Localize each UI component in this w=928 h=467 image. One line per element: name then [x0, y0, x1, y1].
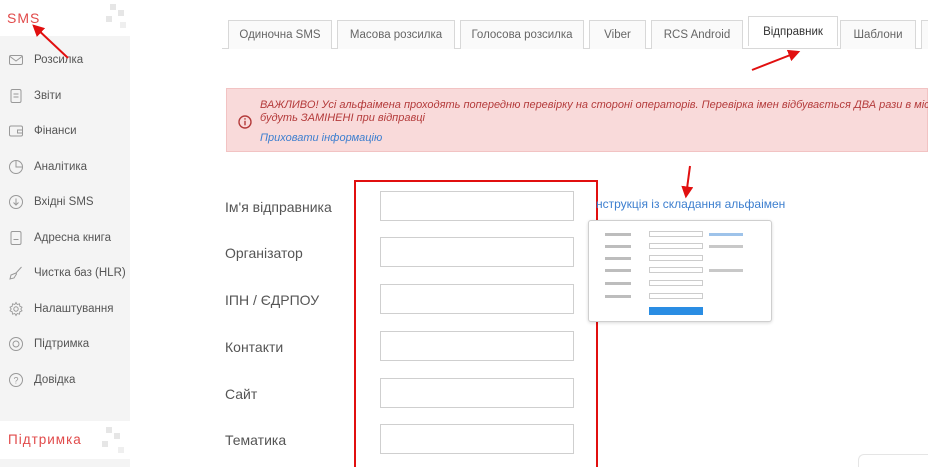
sidebar-item-label: Вхідні SMS	[34, 196, 94, 208]
sidebar-item-settings[interactable]: Налаштування	[8, 299, 113, 319]
tab-rcs-android[interactable]: RCS Android	[651, 20, 743, 49]
sidebar-item-reports[interactable]: Звіти	[8, 86, 61, 106]
brand-logo[interactable]: SMS	[0, 0, 130, 36]
logo-pixel	[114, 433, 120, 439]
help-icon: ?	[9, 373, 23, 387]
tax-id-label: ІПН / ЄДРПОУ	[225, 292, 320, 308]
tab-label: RCS Android	[663, 29, 731, 41]
important-alert: ВАЖЛИВО! Усі альфаімена проходять попере…	[226, 88, 928, 152]
preview-row	[605, 280, 755, 288]
tab-single-sms[interactable]: Одиночна SMS	[228, 20, 332, 49]
website-label: Сайт	[225, 386, 258, 402]
tab-label: Відправник	[763, 25, 823, 38]
info-icon	[238, 115, 252, 129]
gear-icon	[9, 301, 23, 317]
sidebar-item-analytics[interactable]: Аналітика	[8, 157, 87, 177]
support-banner[interactable]: Підтримка	[0, 421, 130, 459]
preview-row	[605, 267, 755, 275]
topic-label: Тематика	[225, 432, 287, 448]
logo-pixel	[102, 441, 108, 447]
arrow-to-sender-tab	[751, 49, 801, 71]
envelope-icon	[9, 55, 23, 65]
instruction-preview-image[interactable]	[588, 220, 772, 322]
sidebar-item-label: Підтримка	[34, 338, 90, 350]
wallet-icon	[9, 125, 23, 137]
sidebar: SMS Розсилка Звіти Фінанси Аналітика Вхі…	[0, 0, 130, 467]
pie-chart-icon	[9, 160, 23, 174]
sidebar-item-label: Чистка баз (HLR)	[34, 267, 126, 279]
logo-pixel	[120, 22, 126, 28]
highlight-frame	[354, 180, 598, 467]
tab-voice-mailing[interactable]: Голосова розсилка	[460, 20, 584, 49]
scroll-corner	[858, 454, 928, 467]
tab-label: Viber	[604, 29, 631, 41]
sidebar-item-help[interactable]: ? Довідка	[8, 370, 75, 390]
preview-row	[605, 243, 755, 251]
incoming-icon	[9, 195, 23, 209]
support-icon	[9, 337, 23, 351]
sidebar-item-label: Фінанси	[34, 125, 77, 137]
preview-row	[605, 231, 755, 239]
sidebar-item-mailing[interactable]: Розсилка	[8, 50, 83, 70]
sidebar-item-label: Адресна книга	[34, 232, 112, 244]
sidebar-item-label: Довідка	[34, 374, 76, 386]
tab-viber[interactable]: Viber	[589, 20, 646, 49]
svg-text:?: ?	[13, 376, 18, 386]
alert-line-2: будуть ЗАМІНЕНІ при відправці	[260, 112, 425, 124]
sender-name-label: Ім'я відправника	[225, 199, 332, 215]
logo-pixel	[110, 4, 116, 10]
logo-pixel	[106, 16, 112, 22]
report-icon	[10, 89, 22, 103]
address-book-icon	[10, 231, 22, 245]
contacts-label: Контакти	[225, 339, 284, 355]
alert-line-1: ВАЖЛИВО! Усі альфаімена проходять попере…	[260, 99, 928, 111]
sidebar-item-label: Розсилка	[34, 54, 84, 66]
preview-submit-button	[649, 307, 703, 315]
tab-label: Голосова розсилка	[471, 29, 573, 41]
broom-icon	[9, 266, 22, 280]
sidebar-item-incoming-sms[interactable]: Вхідні SMS	[8, 192, 94, 212]
sidebar-item-label: Налаштування	[34, 303, 114, 315]
tab-label: Шаблони	[853, 29, 903, 41]
arrow-to-instruction	[681, 165, 694, 199]
tab-label: Одиночна SMS	[239, 29, 321, 41]
tab-mass-mailing[interactable]: Масова розсилка	[337, 20, 455, 49]
tab-sender[interactable]: Відправник	[748, 16, 838, 46]
preview-row	[605, 293, 755, 301]
logo-pixel	[106, 427, 112, 433]
preview-row	[605, 255, 755, 263]
support-banner-label: Підтримка	[8, 432, 82, 447]
instruction-link[interactable]: нструкція із складання альфаімен	[596, 197, 785, 211]
brand-name: SMS	[7, 10, 41, 26]
organizer-label: Організатор	[225, 245, 303, 261]
sidebar-item-label: Аналітика	[34, 161, 88, 173]
tab-overflow[interactable]	[921, 20, 928, 49]
tab-label: Масова розсилка	[349, 29, 443, 41]
sidebar-item-support[interactable]: Підтримка	[8, 334, 89, 354]
sidebar-item-hlr[interactable]: Чистка баз (HLR)	[8, 263, 126, 283]
tab-templates[interactable]: Шаблони	[840, 20, 916, 49]
logo-pixel	[118, 10, 124, 16]
alert-message: ВАЖЛИВО! Усі альфаімена проходять попере…	[260, 99, 928, 125]
hide-info-link[interactable]: Приховати інформацію	[260, 132, 382, 144]
logo-pixel	[118, 447, 124, 453]
sidebar-item-finance[interactable]: Фінанси	[8, 121, 77, 141]
sidebar-item-label: Звіти	[34, 90, 62, 102]
sidebar-item-address-book[interactable]: Адресна книга	[8, 228, 111, 248]
